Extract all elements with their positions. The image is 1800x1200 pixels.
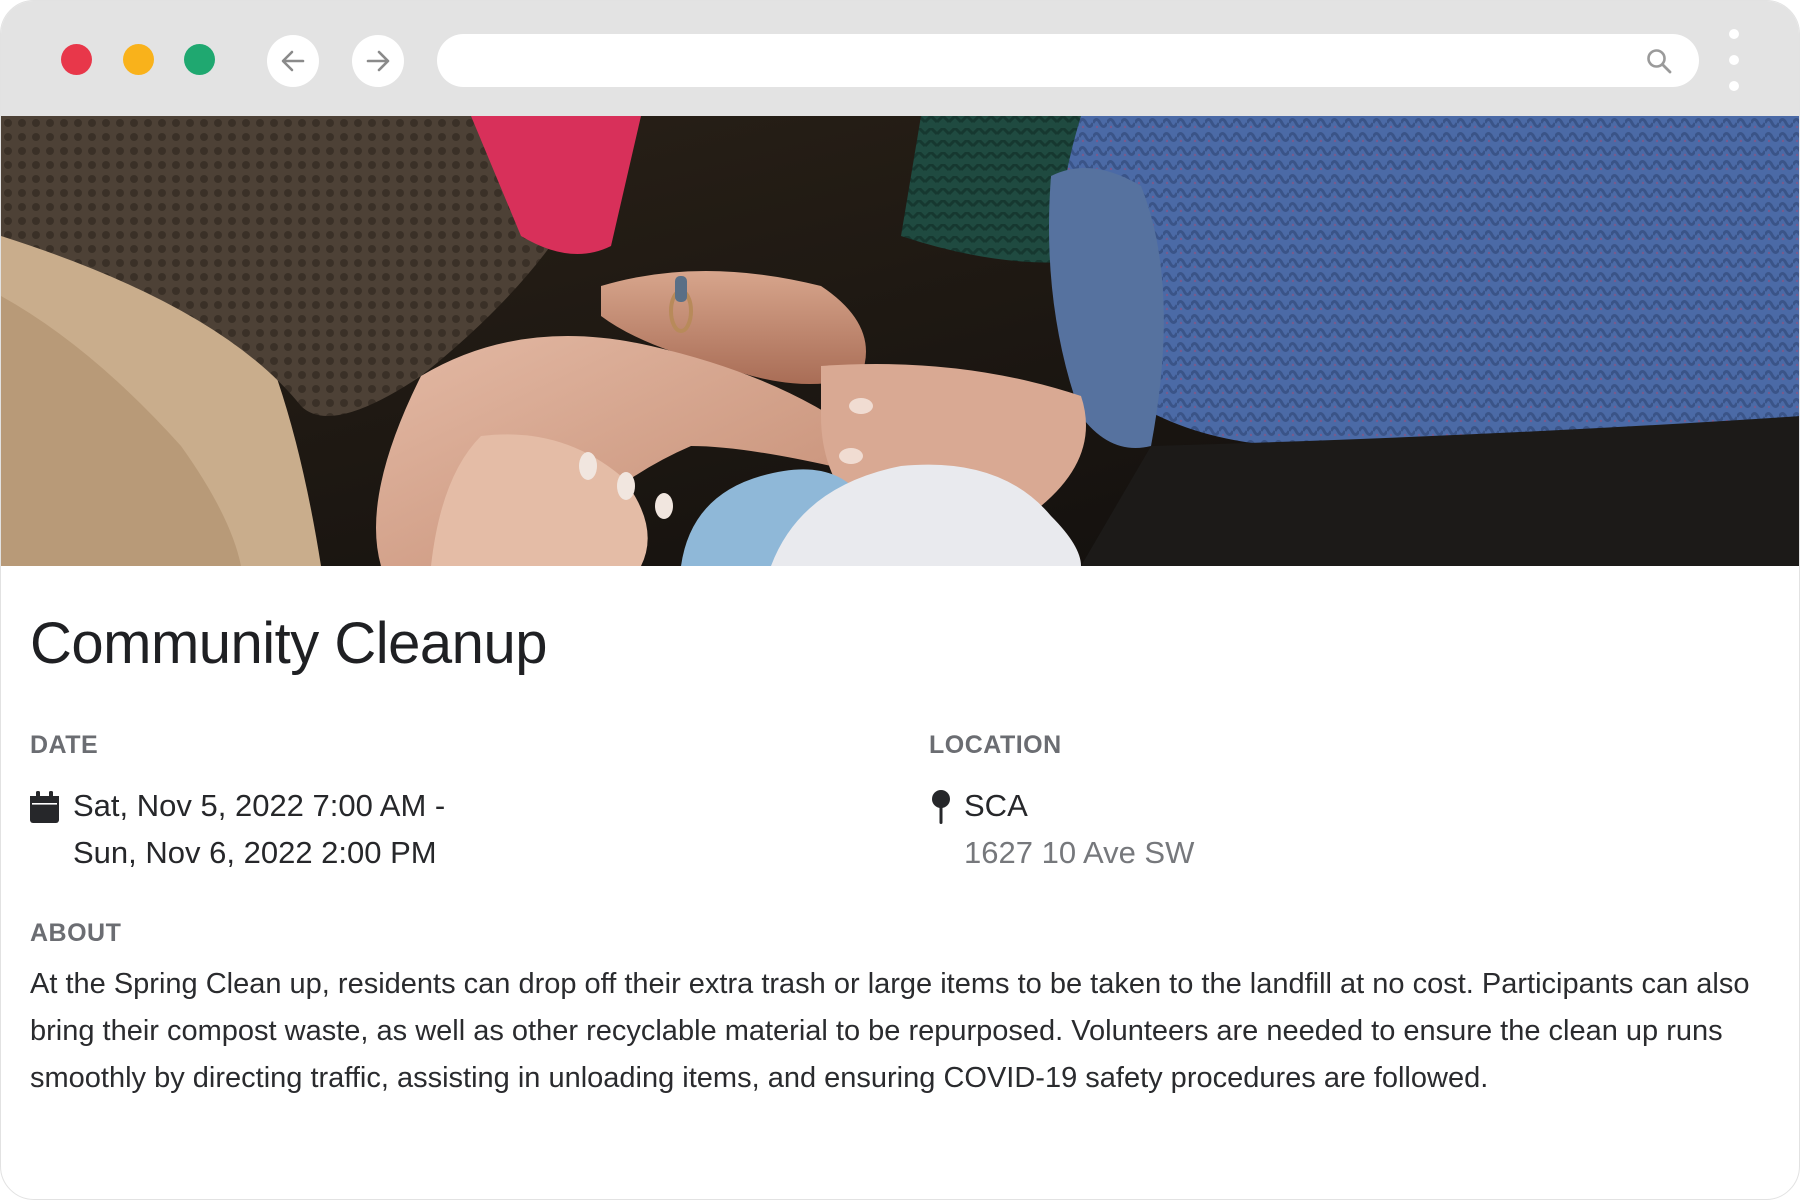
address-bar[interactable]: [437, 34, 1699, 87]
forward-button[interactable]: [352, 35, 404, 87]
about-description: At the Spring Clean up, residents can dr…: [30, 968, 1750, 1094]
about-label: ABOUT: [30, 919, 122, 947]
event-end-datetime: Sun, Nov 6, 2022 2:00 PM: [73, 835, 437, 870]
more-vertical-icon[interactable]: [1722, 29, 1746, 91]
arrow-right-icon: [366, 50, 390, 72]
event-title: Community Cleanup: [30, 611, 547, 676]
hands-stacked-together-photo: [1, 116, 1799, 566]
minimize-window-button[interactable]: [123, 44, 154, 75]
date-label: DATE: [30, 731, 99, 759]
location-name: SCA: [964, 788, 1028, 823]
maximize-window-button[interactable]: [184, 44, 215, 75]
browser-toolbar: [1, 1, 1799, 116]
arrow-left-icon: [281, 50, 305, 72]
hero-image: [1, 116, 1799, 566]
map-pin-icon: [932, 790, 950, 824]
close-window-button[interactable]: [61, 44, 92, 75]
browser-window: Community Cleanup DATE Sat, Nov 5, 2022 …: [0, 0, 1800, 1200]
address-input[interactable]: [461, 34, 1621, 87]
event-start-datetime: Sat, Nov 5, 2022 7:00 AM -: [73, 788, 446, 823]
search-icon[interactable]: [1645, 47, 1673, 75]
calendar-icon: [30, 791, 59, 823]
location-label: LOCATION: [929, 731, 1062, 759]
location-address: 1627 10 Ave SW: [964, 835, 1195, 870]
back-button[interactable]: [267, 35, 319, 87]
